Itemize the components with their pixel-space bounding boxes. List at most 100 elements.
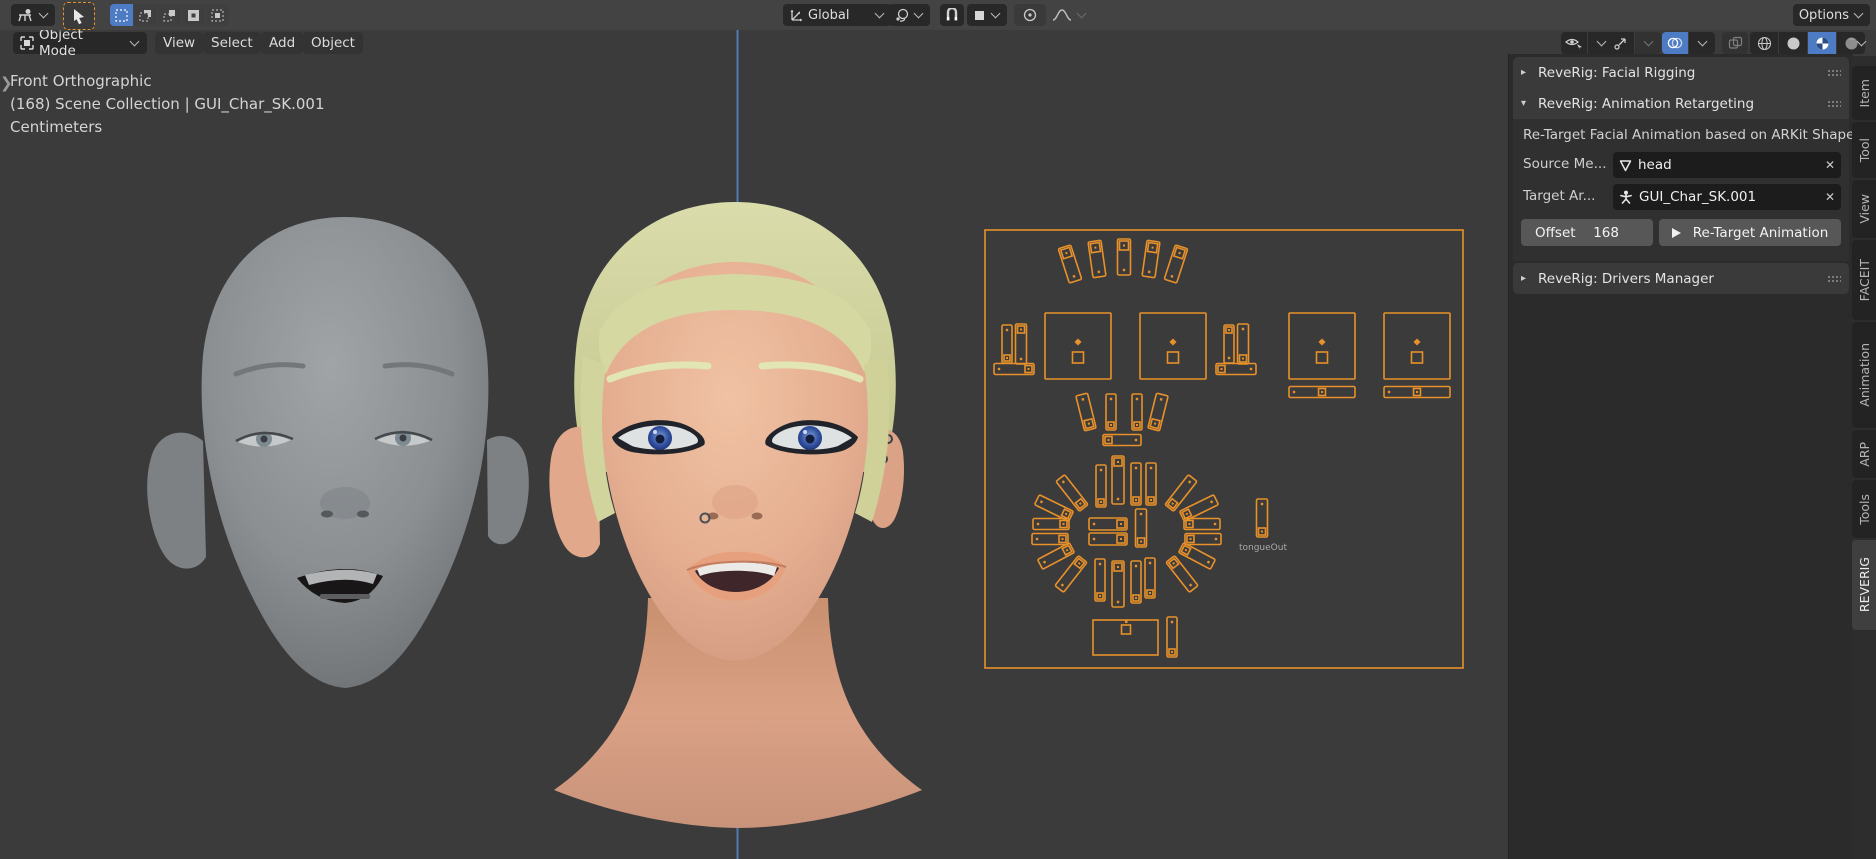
orientation-axes-icon [790, 9, 803, 21]
mode-dropdown[interactable]: Object Mode [13, 27, 147, 59]
xray-toggle[interactable] [1722, 32, 1748, 54]
view-name-label: Front Orthographic [10, 72, 152, 90]
chevron-down-icon [874, 8, 885, 19]
select-mode-group [110, 4, 229, 26]
viewport-editor-icon [18, 8, 32, 21]
collapsed-arrow-icon: ▸ [1521, 273, 1527, 284]
snap-target-dropdown[interactable] [967, 4, 1007, 26]
topbar: Global Options [0, 0, 1876, 30]
source-mesh-value: head [1638, 157, 1672, 173]
clear-source-icon[interactable]: ✕ [1825, 158, 1835, 172]
chevron-down-icon [1856, 36, 1866, 47]
toolbar-expand-chevron[interactable]: ❯ [0, 74, 13, 92]
retarget-button-label: Re-Target Animation [1692, 224, 1829, 241]
menu-add[interactable]: Add [261, 32, 304, 54]
object-visibility-dropdown[interactable] [1561, 32, 1614, 54]
mesh-data-icon [1619, 159, 1632, 171]
chevron-down-icon [1853, 8, 1864, 19]
offset-value: 168 [1593, 224, 1619, 241]
chevron-down-icon [990, 8, 1001, 19]
chevron-down-icon [38, 8, 49, 19]
panel-animation-retargeting-header[interactable]: ▾ ReveRig: Animation Retargeting [1513, 88, 1849, 119]
offset-number-field[interactable]: Offset 168 [1521, 219, 1653, 246]
expanded-arrow-icon: ▾ [1521, 98, 1527, 109]
source-mesh-label: Source Me... [1523, 156, 1607, 172]
pivot-icon [896, 8, 909, 22]
menu-view[interactable]: View [155, 32, 204, 54]
panel-facial-rigging-label: ReveRig: Facial Rigging [1538, 64, 1696, 81]
overlays-dropdown[interactable] [1662, 32, 1715, 54]
viewport-info-overlay: Front Orthographic (168) Scene Collectio… [10, 70, 325, 139]
pivot-point-dropdown[interactable] [888, 4, 930, 26]
solid-sphere-icon [1787, 37, 1799, 49]
select-mode-intersect[interactable] [206, 4, 229, 26]
options-dropdown[interactable]: Options [1792, 4, 1870, 26]
tab-item[interactable]: Item [1852, 66, 1876, 120]
chevron-down-icon [1635, 32, 1661, 54]
menu-select[interactable]: Select [203, 32, 261, 54]
panel-drag-grip[interactable] [1827, 99, 1841, 108]
target-armature-label: Target Ar... [1523, 188, 1596, 204]
material-sphere-icon [1816, 37, 1828, 49]
magnet-icon [946, 7, 958, 20]
mode-label: Object Mode [39, 27, 83, 59]
chevron-down-icon [913, 8, 924, 19]
chevron-down-icon [1689, 32, 1715, 54]
wireframe-sphere-icon [1757, 36, 1771, 50]
shading-solid-button[interactable] [1779, 32, 1807, 54]
chevron-down-icon [129, 36, 140, 47]
shading-dropdown[interactable] [1848, 32, 1874, 54]
tab-arp[interactable]: ARP [1852, 430, 1876, 478]
panel-animation-retargeting-label: ReveRig: Animation Retargeting [1538, 95, 1755, 112]
select-mode-extend[interactable] [134, 4, 157, 26]
shading-wireframe-button[interactable] [1750, 32, 1778, 54]
transform-orientation-dropdown[interactable]: Global [783, 4, 891, 26]
orientation-label: Global [808, 7, 850, 23]
tab-reverig[interactable]: REVERIG [1852, 540, 1876, 630]
collection-object-label: (168) Scene Collection | GUI_Char_SK.001 [10, 95, 325, 113]
panel-facial-rigging-header[interactable]: ▸ ReveRig: Facial Rigging [1513, 57, 1849, 88]
tab-faceit[interactable]: FACEIT [1852, 240, 1876, 320]
gizmos-dropdown[interactable] [1608, 32, 1661, 54]
tab-tool[interactable]: Tool [1852, 122, 1876, 178]
panel-drag-grip[interactable] [1827, 68, 1841, 77]
retargeting-panel-body: Re-Target Facial Animation based on ARKi… [1513, 119, 1854, 261]
snap-toggle[interactable] [940, 4, 964, 26]
shading-material-preview-button[interactable] [1808, 32, 1836, 54]
gizmo-icon [1608, 32, 1634, 54]
select-mode-invert[interactable] [182, 4, 205, 26]
target-armature-field[interactable]: GUI_Char_SK.001 ✕ [1613, 184, 1841, 210]
retarget-animation-button[interactable]: Re-Target Animation [1659, 219, 1841, 246]
source-mesh-field[interactable]: head ✕ [1613, 152, 1841, 178]
falloff-curve-icon [1052, 9, 1072, 21]
tab-tools[interactable]: Tools [1852, 480, 1876, 538]
tab-view[interactable]: View [1852, 180, 1876, 238]
xray-icon [1728, 36, 1742, 49]
proportional-falloff-dropdown[interactable] [1046, 4, 1093, 26]
panel-drivers-manager-header[interactable]: ▸ ReveRig: Drivers Manager [1513, 263, 1849, 294]
play-icon [1672, 227, 1681, 238]
proportional-editing-toggle[interactable] [1014, 4, 1046, 26]
cursor-icon [74, 8, 84, 24]
active-tool-select-box[interactable] [63, 2, 95, 30]
options-label: Options [1798, 7, 1849, 23]
armature-icon [1620, 190, 1632, 204]
select-mode-set[interactable] [110, 4, 133, 26]
offset-label: Offset [1535, 224, 1576, 241]
chevron-down-icon [1076, 8, 1087, 19]
menu-object[interactable]: Object [303, 32, 363, 54]
overlays-icon [1662, 32, 1688, 54]
units-label: Centimeters [10, 118, 103, 136]
clear-target-icon[interactable]: ✕ [1825, 190, 1835, 204]
select-mode-subtract[interactable] [158, 4, 181, 26]
eye-cursor-icon [1561, 32, 1587, 54]
editor-type-dropdown[interactable] [11, 4, 55, 26]
panel-drag-grip[interactable] [1827, 274, 1841, 283]
target-armature-value: GUI_Char_SK.001 [1639, 189, 1757, 205]
tongue-out-label: tongueOut [1239, 543, 1287, 553]
collapsed-arrow-icon: ▸ [1521, 67, 1527, 78]
tab-animation[interactable]: Animation [1852, 322, 1876, 428]
panel-drivers-manager-label: ReveRig: Drivers Manager [1538, 270, 1714, 287]
snap-target-icon [975, 10, 984, 20]
proportional-circle-icon [1023, 8, 1037, 22]
